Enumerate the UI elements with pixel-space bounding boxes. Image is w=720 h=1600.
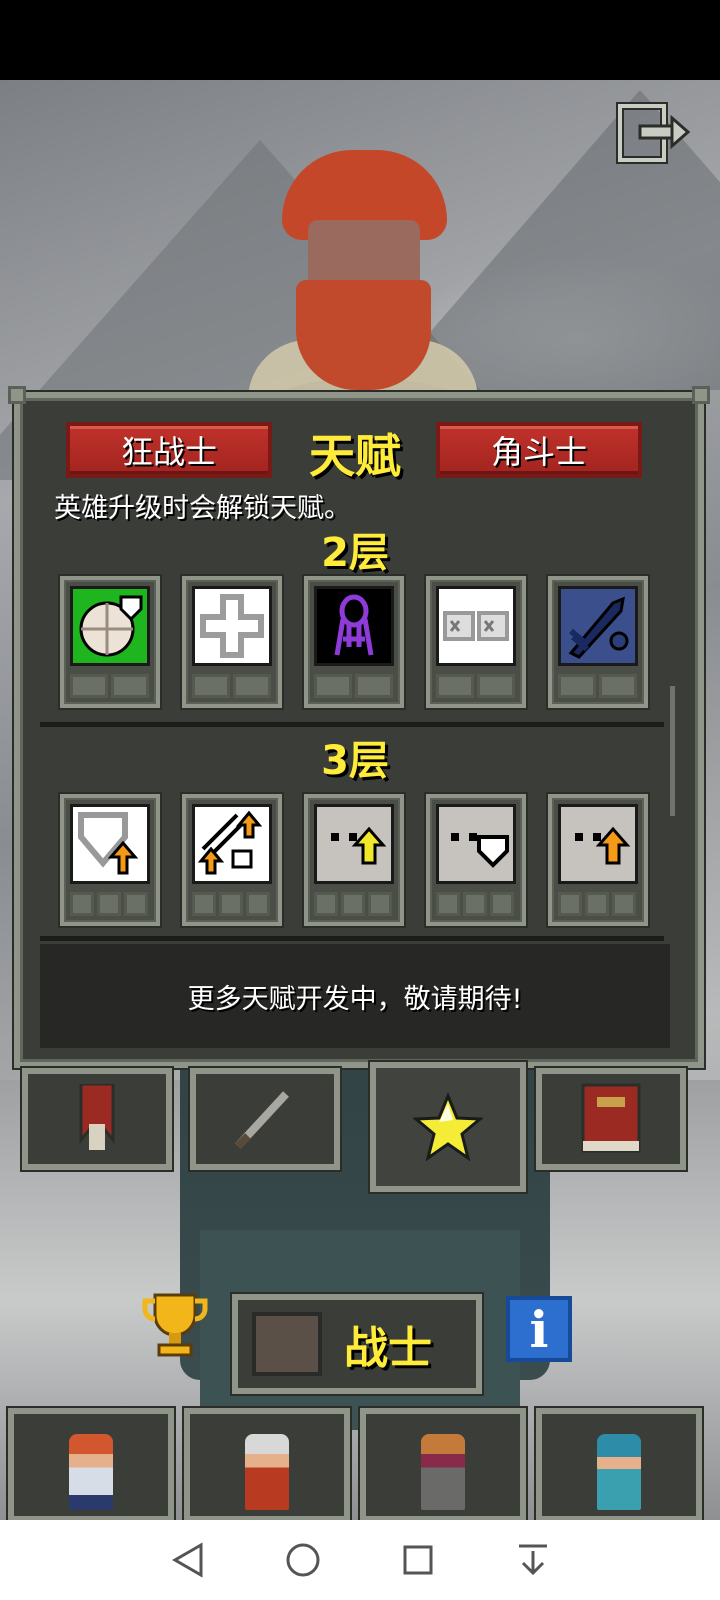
status-bar xyxy=(0,0,720,80)
panel-corner xyxy=(8,386,26,404)
tab-items[interactable] xyxy=(190,1068,340,1170)
tier-3-label: 3层 xyxy=(321,738,389,784)
hero-class-selector[interactable]: 战士 xyxy=(232,1294,482,1394)
class-portrait xyxy=(252,1312,322,1376)
divider xyxy=(40,936,664,941)
panel-corner xyxy=(692,386,710,404)
banner-icon xyxy=(79,1084,115,1150)
sword-icon xyxy=(235,1091,289,1149)
hero-beard xyxy=(296,280,431,390)
hero-slot-warrior[interactable] xyxy=(8,1408,174,1522)
face-yellow-arrow-icon xyxy=(314,804,394,884)
talent-slot[interactable] xyxy=(304,794,404,926)
tier-2-talents xyxy=(60,576,648,708)
talent-slot[interactable] xyxy=(60,794,160,926)
weapons-up-icon xyxy=(192,804,272,884)
rankings-button[interactable] xyxy=(138,1288,212,1362)
shield-up-icon xyxy=(70,804,150,884)
recents-button[interactable] xyxy=(398,1540,438,1580)
talent-slot[interactable] xyxy=(182,794,282,926)
book-icon xyxy=(581,1083,641,1153)
hero-slot-mage[interactable] xyxy=(184,1408,350,1522)
talent-slot[interactable] xyxy=(426,576,526,708)
talent-slot[interactable] xyxy=(304,576,404,708)
recents-icon xyxy=(403,1545,432,1575)
mage-sprite xyxy=(245,1434,289,1510)
panel-title: 天赋 xyxy=(309,429,401,483)
rogue-sprite xyxy=(421,1434,465,1510)
tier-3-talents xyxy=(60,794,648,926)
talent-slot[interactable] xyxy=(548,576,648,708)
tab-talents[interactable] xyxy=(370,1062,526,1192)
android-nav-bar xyxy=(0,1520,720,1600)
divider xyxy=(40,722,664,727)
hero-slot-rogue[interactable] xyxy=(360,1408,526,1522)
pulldown-icon xyxy=(518,1544,547,1576)
class-name: 战士 xyxy=(344,1323,432,1374)
face-orange-arrow-icon xyxy=(558,804,638,884)
back-icon xyxy=(171,1542,202,1578)
shield-heal-icon xyxy=(70,586,150,666)
hero-slot-huntress[interactable] xyxy=(536,1408,702,1522)
info-icon: i xyxy=(529,1299,549,1359)
gladiator-subclass-button[interactable]: 角斗士 xyxy=(436,422,642,478)
face-armor-icon xyxy=(436,804,516,884)
tab-stats[interactable] xyxy=(22,1068,172,1170)
talent-slot[interactable] xyxy=(548,794,648,926)
talent-panel: 狂战士 天赋 角斗士 英雄升级时会解锁天赋。 2层 3层 更多天赋开发中，敬请期… xyxy=(8,386,710,1068)
talent-slot[interactable] xyxy=(182,576,282,708)
warrior-sprite xyxy=(69,1434,113,1510)
blue-wand-icon xyxy=(558,586,638,666)
huntress-sprite xyxy=(597,1434,641,1510)
scrollbar[interactable] xyxy=(670,686,675,816)
back-button[interactable] xyxy=(168,1540,208,1580)
scrolls-icon xyxy=(436,586,516,666)
talent-slot[interactable] xyxy=(426,794,526,926)
notification-pulldown-button[interactable] xyxy=(513,1540,553,1580)
plus-cross-icon xyxy=(192,586,272,666)
trophy-icon xyxy=(142,1293,208,1357)
exit-button[interactable] xyxy=(614,100,694,166)
tier-2-label: 2层 xyxy=(321,530,389,576)
exit-icon xyxy=(616,102,691,164)
star-icon xyxy=(413,1092,483,1162)
home-icon xyxy=(286,1543,319,1577)
purple-knot-icon xyxy=(314,586,394,666)
coming-soon-note: 更多天赋开发中，敬请期待! xyxy=(40,944,670,1048)
tab-journal[interactable] xyxy=(536,1068,686,1170)
info-button[interactable]: i xyxy=(506,1296,572,1362)
berserker-subclass-button[interactable]: 狂战士 xyxy=(66,422,272,478)
talent-slot[interactable] xyxy=(60,576,160,708)
home-button[interactable] xyxy=(283,1540,323,1580)
